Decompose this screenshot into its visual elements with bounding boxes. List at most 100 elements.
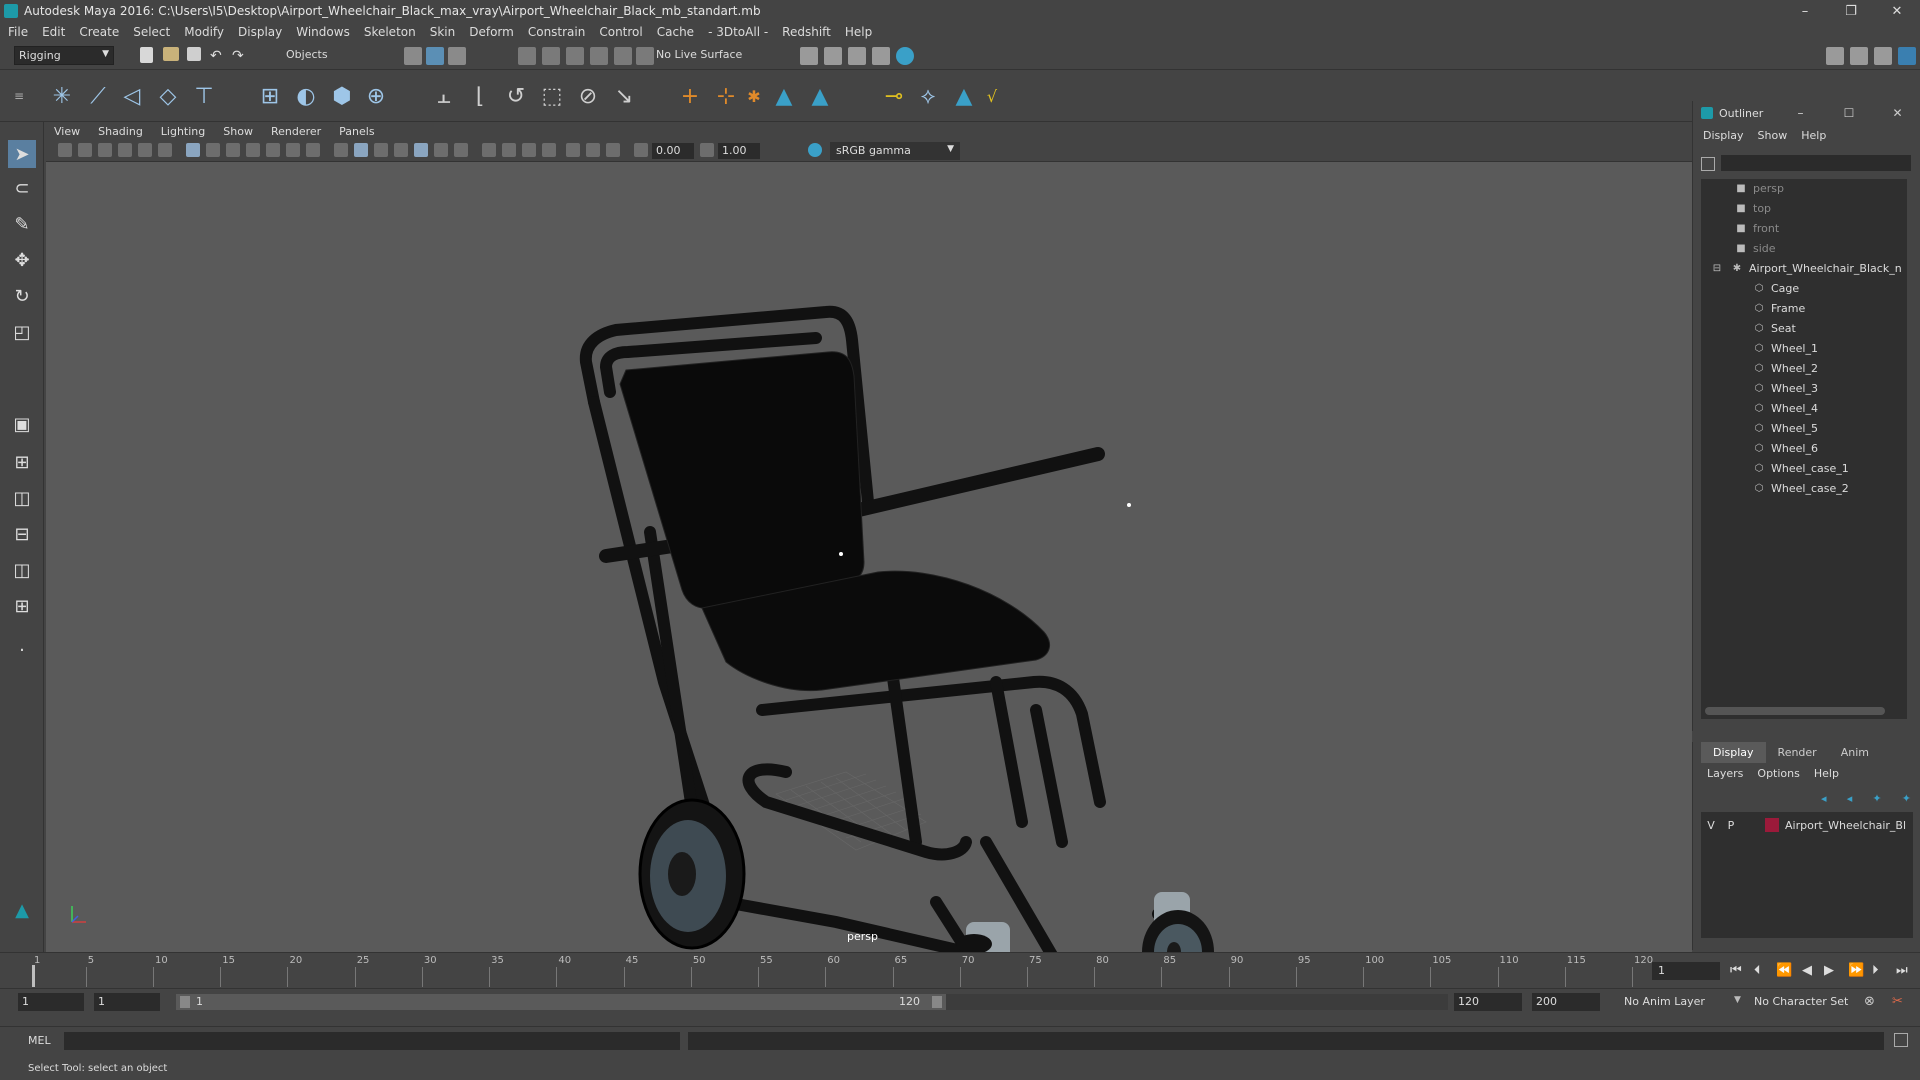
restore-button[interactable]: ❐ bbox=[1828, 0, 1874, 22]
ik-handle-icon[interactable]: ⟋ bbox=[84, 82, 112, 110]
redshift-shelf-icon-1[interactable]: ▲ bbox=[770, 82, 798, 110]
safe-action-icon[interactable] bbox=[286, 143, 300, 157]
wireframe-icon[interactable] bbox=[334, 143, 348, 157]
bookmark-icon[interactable] bbox=[98, 143, 112, 157]
outliner-item[interactable]: ■ top bbox=[1733, 199, 1771, 217]
outliner-item[interactable]: ■ front bbox=[1733, 219, 1779, 237]
handle-icon[interactable]: ✱ bbox=[740, 82, 768, 110]
xray-components-icon[interactable] bbox=[606, 143, 620, 157]
layer-menu-help[interactable]: Help bbox=[1814, 767, 1839, 780]
layer-list[interactable]: V P Airport_Wheelchair_Bl bbox=[1701, 812, 1913, 938]
single-view-icon[interactable]: ▣ bbox=[8, 410, 36, 438]
select-by-object-icon[interactable] bbox=[426, 47, 444, 65]
move-layer-down-icon[interactable]: ◂ bbox=[1847, 792, 1853, 806]
outliner-item[interactable]: ⬡ Wheel_5 bbox=[1751, 419, 1818, 437]
menu-select[interactable]: Select bbox=[133, 25, 170, 39]
smooth-shade-icon[interactable] bbox=[354, 143, 368, 157]
menu-skin[interactable]: Skin bbox=[430, 25, 456, 39]
render-settings-icon[interactable] bbox=[848, 47, 866, 65]
live-surface-field[interactable]: No Live Surface bbox=[656, 48, 766, 64]
menu-control[interactable]: Control bbox=[599, 25, 642, 39]
persp-graph-icon[interactable]: ◫ bbox=[8, 556, 36, 584]
xray-joints-icon[interactable] bbox=[586, 143, 600, 157]
new-empty-layer-icon[interactable]: ✦ bbox=[1872, 792, 1881, 806]
two-d-pan-icon[interactable] bbox=[138, 143, 152, 157]
scale-constraint-icon[interactable]: ⬚ bbox=[538, 82, 566, 110]
isolate-select-icon[interactable] bbox=[542, 143, 556, 157]
lattice-icon[interactable]: ⬢ bbox=[328, 82, 356, 110]
mel-command-input[interactable] bbox=[64, 1032, 680, 1050]
snap-to-plane-icon[interactable] bbox=[590, 47, 608, 65]
orient-constraint-icon[interactable]: ↺ bbox=[502, 82, 530, 110]
animation-prefs-icon[interactable]: ✂ bbox=[1892, 994, 1903, 1009]
menu-modify[interactable]: Modify bbox=[184, 25, 224, 39]
perspective-viewport[interactable]: persp bbox=[46, 162, 1692, 1080]
rotate-tool-icon[interactable]: ↻ bbox=[8, 282, 36, 310]
blendshape-icon[interactable]: ⊸ bbox=[880, 82, 908, 110]
cluster-icon[interactable]: ⊕ bbox=[362, 82, 390, 110]
view-transform-dropdown[interactable]: sRGB gamma ▼ bbox=[830, 142, 960, 160]
time-ruler[interactable]: 1 5 10 15 20 25 30 35 40 45 50 55 60 65 70 75 80 85 90 95 10… bbox=[22, 955, 1653, 987]
default-material-icon[interactable] bbox=[374, 143, 388, 157]
outliner-menu-show[interactable]: Show bbox=[1758, 129, 1788, 142]
persp-outliner-icon[interactable]: ⊟ bbox=[8, 520, 36, 548]
orient-joint-icon[interactable]: ⊤ bbox=[190, 82, 218, 110]
outliner-item[interactable]: ⬡ Wheel_case_2 bbox=[1751, 479, 1849, 497]
script-editor-icon[interactable] bbox=[1894, 1033, 1908, 1047]
outliner-item[interactable]: ⬡ Wheel_case_1 bbox=[1751, 459, 1849, 477]
outliner-item[interactable]: ⬡ Seat bbox=[1751, 319, 1796, 337]
film-gate-icon[interactable] bbox=[206, 143, 220, 157]
wheelchair-model[interactable] bbox=[46, 162, 1692, 1080]
outliner-menu-display[interactable]: Display bbox=[1703, 129, 1744, 142]
go-to-end-icon[interactable]: ⏭ bbox=[1896, 963, 1908, 978]
play-backwards-icon[interactable]: ◀ bbox=[1802, 963, 1812, 978]
ipr-render-icon[interactable] bbox=[824, 47, 842, 65]
viewport-menu-view[interactable]: View bbox=[54, 125, 80, 138]
persp-hypershade-icon[interactable]: ⊞ bbox=[8, 592, 36, 620]
parent-constraint-icon[interactable]: ⫠ bbox=[430, 82, 458, 110]
outliner-item[interactable]: ⬡ Wheel_1 bbox=[1751, 339, 1818, 357]
menu-deform[interactable]: Deform bbox=[469, 25, 514, 39]
save-scene-icon[interactable] bbox=[187, 47, 201, 61]
range-slider-track[interactable] bbox=[946, 994, 1448, 1010]
motion-blur-icon[interactable] bbox=[482, 143, 496, 157]
snap-to-surface-icon[interactable] bbox=[614, 47, 632, 65]
outliner-close-button[interactable]: ✕ bbox=[1875, 106, 1920, 120]
animation-end-field[interactable]: 200 bbox=[1532, 993, 1600, 1011]
tab-anim[interactable]: Anim bbox=[1829, 742, 1881, 763]
use-all-lights-icon[interactable] bbox=[414, 143, 428, 157]
anti-aliasing-icon[interactable] bbox=[502, 143, 516, 157]
outliner-item[interactable]: ■ side bbox=[1733, 239, 1775, 257]
sculpt-icon[interactable]: ⟡ bbox=[914, 82, 942, 110]
outliner-item[interactable]: ■ persp bbox=[1733, 179, 1784, 197]
grease-pencil-icon[interactable] bbox=[158, 143, 172, 157]
redo-icon[interactable]: ↷ bbox=[232, 48, 250, 66]
pole-vector-icon[interactable]: ↘ bbox=[610, 82, 638, 110]
menu-file[interactable]: File bbox=[8, 25, 28, 39]
new-scene-icon[interactable] bbox=[140, 47, 153, 63]
collapse-icon[interactable]: ⊟ bbox=[1709, 263, 1725, 274]
outliner-menu-help[interactable]: Help bbox=[1801, 129, 1826, 142]
menu-3dtoall[interactable]: - 3DtoAll - bbox=[708, 25, 768, 39]
paint-weights-icon[interactable]: ◐ bbox=[292, 82, 320, 110]
ik-spline-icon[interactable]: ◁ bbox=[118, 82, 146, 110]
range-slider[interactable]: 1 120 bbox=[176, 994, 946, 1010]
modeling-toolkit-icon[interactable] bbox=[1826, 47, 1844, 65]
textured-icon[interactable] bbox=[394, 143, 408, 157]
resolution-gate-icon[interactable] bbox=[226, 143, 240, 157]
more-layouts-icon[interactable]: · bbox=[8, 636, 36, 664]
viewport-menu-renderer[interactable]: Renderer bbox=[271, 125, 321, 138]
outliner-item[interactable]: ⬡ Frame bbox=[1751, 299, 1806, 317]
selection-mode-field[interactable]: Objects bbox=[286, 48, 376, 64]
range-end-handle[interactable] bbox=[932, 996, 942, 1008]
auto-key-icon[interactable]: ⊗ bbox=[1864, 994, 1875, 1009]
menu-edit[interactable]: Edit bbox=[42, 25, 65, 39]
menu-display[interactable]: Display bbox=[238, 25, 282, 39]
xray-icon[interactable] bbox=[566, 143, 580, 157]
exposure-field[interactable]: 0.00 bbox=[652, 143, 694, 159]
tool-settings-icon[interactable] bbox=[1874, 47, 1892, 65]
anim-layer-dropdown[interactable]: No Anim Layer bbox=[1620, 993, 1730, 1011]
minimize-button[interactable]: – bbox=[1782, 0, 1828, 22]
outliner-item[interactable]: ⬡ Wheel_4 bbox=[1751, 399, 1818, 417]
viewport-menu-show[interactable]: Show bbox=[223, 125, 253, 138]
